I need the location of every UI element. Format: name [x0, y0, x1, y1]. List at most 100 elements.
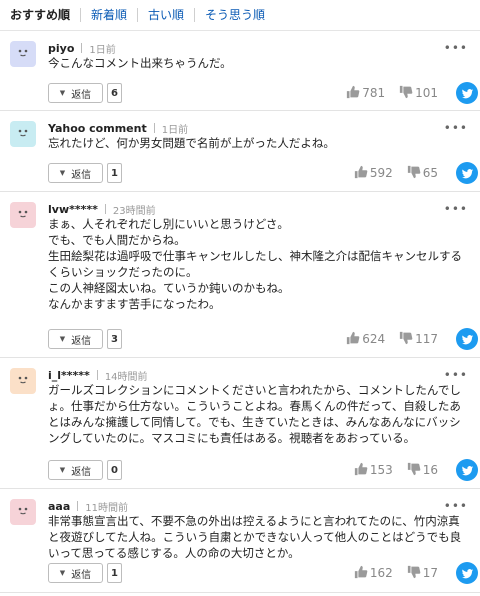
- thumbs-up-icon: [354, 565, 370, 582]
- twitter-share-icon[interactable]: [456, 562, 478, 584]
- dislike-button[interactable]: 117: [399, 331, 438, 348]
- divider: [153, 123, 155, 133]
- comment-line: と夜遊びしてた人ね。こういう自粛とかできない人って他人のことはどうでも良: [48, 530, 462, 544]
- avatar: [10, 121, 36, 147]
- face-icon: [13, 42, 33, 66]
- avatar: [10, 202, 36, 228]
- more-options-icon[interactable]: •••: [444, 500, 468, 512]
- dislike-count: 16: [422, 463, 438, 477]
- like-count: 781: [362, 86, 386, 100]
- more-options-icon[interactable]: •••: [444, 42, 468, 54]
- comment-item: lvw***** 23時間前 ••• まぁ、人それぞれだし別にいいと思うけどさ。…: [0, 192, 480, 358]
- thumbs-down-icon: [407, 165, 423, 182]
- comment-item: Yahoo comment 1日前 ••• 忘れたけど、何か男女問題で名前が上が…: [0, 111, 480, 192]
- comment-body: 今こんなコメント出来ちゃうんだ。: [48, 55, 232, 71]
- divider: [77, 501, 79, 511]
- username[interactable]: aaa: [48, 500, 70, 513]
- divider: [96, 370, 98, 380]
- comment-header: lvw***** 23時間前: [48, 202, 156, 217]
- comment-item: aaa 11時間前 ••• 非常事態宣言出て、不要不急の外出は控えるようにと言わ…: [0, 489, 480, 593]
- reply-label: 返信: [71, 466, 92, 478]
- comment-body: まぁ、人それぞれだし別にいいと思うけどさ。 でも、でも人間だからね。 生田絵梨花は過…: [48, 216, 462, 312]
- vote-group: 153 16: [354, 462, 438, 479]
- reply-button[interactable]: ▼ 返信: [48, 163, 103, 183]
- twitter-share-icon[interactable]: [456, 328, 478, 350]
- comment-line: 非常事態宣言出て、不要不急の外出は控えるようにと言われてたのに、竹内涼真: [48, 514, 460, 528]
- vote-group: 592 65: [354, 165, 438, 182]
- timestamp: 1日前: [89, 44, 116, 56]
- like-button[interactable]: 624: [346, 331, 385, 348]
- twitter-share-icon[interactable]: [456, 82, 478, 104]
- face-icon: [13, 369, 33, 393]
- reply-count: 1: [107, 563, 122, 583]
- thumbs-up-icon: [346, 85, 362, 102]
- reply-label: 返信: [71, 569, 92, 581]
- comment-body: 忘れたけど、何か男女問題で名前が上がった人だよね。: [48, 135, 335, 151]
- thumbs-up-icon: [354, 462, 370, 479]
- dislike-button[interactable]: 65: [407, 165, 438, 182]
- timestamp: 1日前: [161, 124, 189, 136]
- comment-line: 今こんなコメント出来ちゃうんだ。: [48, 56, 232, 70]
- reply-label: 返信: [71, 169, 92, 181]
- reply-label: 返信: [71, 89, 92, 101]
- reply-count: 0: [107, 460, 122, 480]
- caret-down-icon: ▼: [59, 335, 66, 343]
- like-count: 162: [369, 566, 393, 580]
- caret-down-icon: ▼: [59, 466, 66, 474]
- like-button[interactable]: 781: [346, 85, 385, 102]
- username[interactable]: Yahoo comment: [48, 122, 147, 135]
- dislike-count: 17: [422, 566, 438, 580]
- comment-footer: ▼ 返信 1 162 17: [48, 561, 480, 585]
- tab-newest[interactable]: 新着順: [80, 8, 137, 22]
- dislike-button[interactable]: 16: [407, 462, 438, 479]
- like-count: 153: [369, 463, 393, 477]
- tab-recommended[interactable]: おすすめ順: [10, 8, 80, 22]
- reply-label: 返信: [71, 335, 92, 347]
- like-count: 592: [369, 166, 393, 180]
- comment-line: いって思ってる感じする。人の命の大切さとか。: [48, 546, 300, 560]
- like-button[interactable]: 153: [354, 462, 393, 479]
- thumbs-down-icon: [399, 331, 415, 348]
- comment-line: ガールズコレクションにコメントくださいと言われたから、コメントしたんでし: [48, 383, 461, 397]
- thumbs-down-icon: [407, 565, 423, 582]
- sort-tabs: おすすめ順 新着順 古い順 そう思う順: [0, 0, 480, 31]
- comment-item: piyo 1日前 ••• 今こんなコメント出来ちゃうんだ。 ▼ 返信 6 781…: [0, 31, 480, 111]
- username[interactable]: piyo: [48, 42, 74, 55]
- twitter-share-icon[interactable]: [456, 162, 478, 184]
- reply-count: 1: [107, 163, 122, 183]
- reply-count: 6: [107, 83, 122, 103]
- tab-agree[interactable]: そう思う順: [194, 8, 275, 22]
- more-options-icon[interactable]: •••: [444, 369, 468, 381]
- tab-oldest[interactable]: 古い順: [137, 8, 194, 22]
- more-options-icon[interactable]: •••: [444, 203, 468, 215]
- timestamp: 14時間前: [104, 371, 148, 383]
- comment-line: ングしていたのに。マスコミにも責任はある。視聴者をあおっている。: [48, 431, 416, 445]
- dislike-button[interactable]: 101: [399, 85, 438, 102]
- vote-group: 624 117: [346, 331, 438, 348]
- twitter-share-icon[interactable]: [456, 459, 478, 481]
- reply-button[interactable]: ▼ 返信: [48, 329, 103, 349]
- comment-footer: ▼ 返信 1 592 65: [48, 161, 480, 185]
- username[interactable]: lvw*****: [48, 203, 98, 216]
- dislike-button[interactable]: 17: [407, 565, 438, 582]
- divider: [81, 43, 83, 53]
- avatar: [10, 41, 36, 67]
- avatar: [10, 499, 36, 525]
- reply-button[interactable]: ▼ 返信: [48, 460, 103, 480]
- reply-button[interactable]: ▼ 返信: [48, 83, 103, 103]
- comment-line: でも、でも人間だからね。: [48, 233, 186, 247]
- reply-button[interactable]: ▼ 返信: [48, 563, 103, 583]
- comment-header: i_l***** 14時間前: [48, 368, 148, 383]
- dislike-count: 101: [415, 86, 438, 100]
- timestamp: 23時間前: [112, 205, 156, 217]
- comment-header: aaa 11時間前: [48, 499, 128, 514]
- thumbs-up-icon: [354, 165, 370, 182]
- comment-line: ょ。仕事だから仕方ない。こういうことよね。春馬くんの件だって、自殺したあ: [48, 399, 461, 413]
- like-button[interactable]: 162: [354, 565, 393, 582]
- comment-line: くらいショックだったのに。: [48, 265, 198, 279]
- username[interactable]: i_l*****: [48, 369, 90, 382]
- comment-line: 忘れたけど、何か男女問題で名前が上がった人だよね。: [48, 136, 335, 150]
- more-options-icon[interactable]: •••: [444, 122, 468, 134]
- like-button[interactable]: 592: [354, 165, 393, 182]
- comment-line: 生田絵梨花は過呼吸で仕事キャンセルしたし、神木隆之介は配信キャンセルする: [48, 249, 462, 263]
